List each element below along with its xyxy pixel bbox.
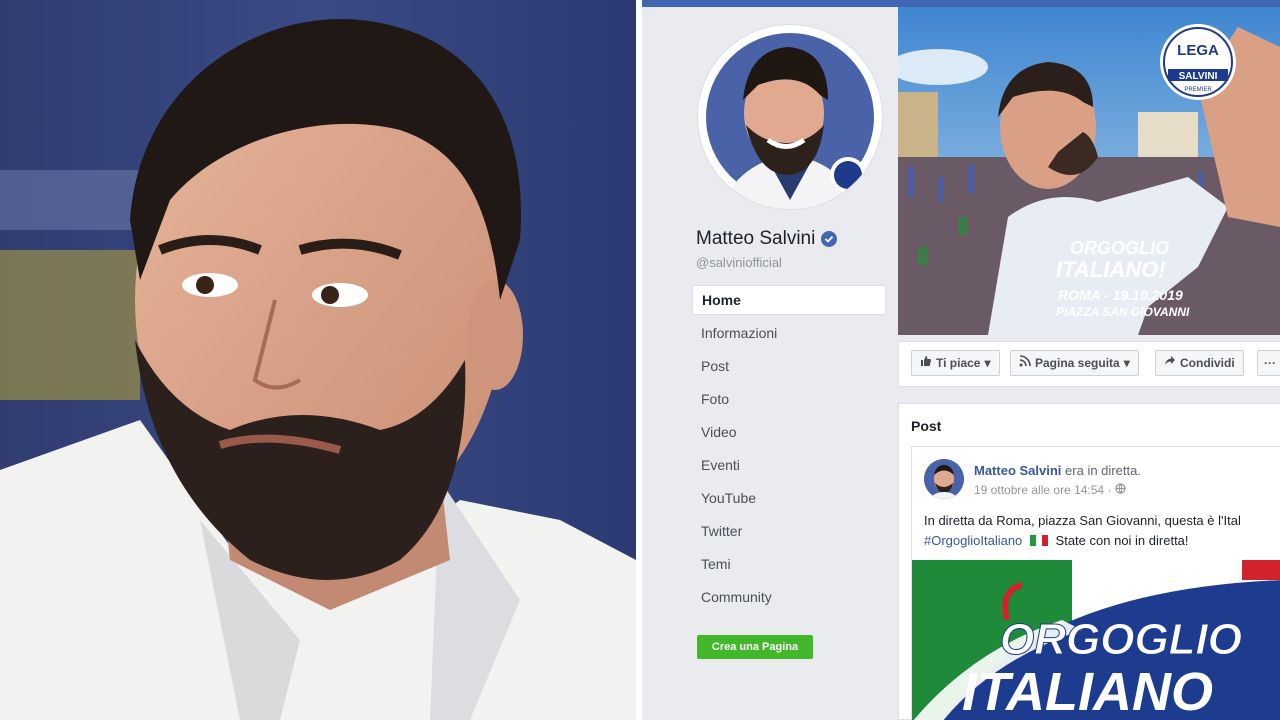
cover-slogan-line1: ORGOGLIO <box>1070 238 1169 258</box>
share-button-label: Condividi <box>1180 356 1235 370</box>
post-text-line1: In diretta da Roma, piazza San Giovanni,… <box>924 513 1241 528</box>
like-button[interactable]: Ti piace ▾ <box>911 350 1000 376</box>
more-options-button[interactable]: ··· <box>1257 350 1280 376</box>
caret-down-icon: ▾ <box>1123 356 1130 370</box>
cover-slogan-line2: ITALIANO! <box>1056 257 1166 282</box>
posts-section: Post Matteo Salvini era in diretta. 19 o… <box>898 403 1280 720</box>
facebook-top-bar <box>642 0 1280 7</box>
share-arrow-icon <box>1164 351 1176 375</box>
nav-item-foto[interactable]: Foto <box>692 384 886 417</box>
post-author-line: Matteo Salvini era in diretta. <box>974 463 1141 478</box>
cover-logo-salvini: SALVINI <box>1179 71 1218 82</box>
follow-button-label: Pagina seguita <box>1035 356 1120 370</box>
page-action-bar: Ti piace ▾ Pagina seguita ▾ Condividi ··… <box>898 341 1280 387</box>
nav-item-eventi[interactable]: Eventi <box>692 450 886 483</box>
nav-item-community[interactable]: Community <box>692 582 886 615</box>
page-name[interactable]: Matteo Salvini <box>696 228 838 250</box>
cover-logo-premier: PREMIER <box>1184 87 1212 93</box>
cover-slogan-place: PIAZZA SAN GIOVANNI <box>1056 305 1190 319</box>
caret-down-icon: ▾ <box>984 356 991 370</box>
page-name-text: Matteo Salvini <box>696 228 816 249</box>
nav-item-video[interactable]: Video <box>692 417 886 450</box>
cover-logo-lega: LEGA <box>1177 42 1219 59</box>
create-page-button[interactable]: Crea una Pagina <box>697 635 813 659</box>
cover-photo[interactable]: LEGA SALVINI PREMIER ORGOGLIO ITALIANO! … <box>898 7 1280 335</box>
post-hashtag[interactable]: #OrgoglioItaliano <box>924 533 1022 548</box>
page-nav: Home Informazioni Post Foto Video Eventi… <box>692 285 886 615</box>
italian-flag-icon <box>1029 534 1048 546</box>
thumbs-up-icon <box>920 351 932 375</box>
follow-button[interactable]: Pagina seguita ▾ <box>1010 350 1139 376</box>
portrait-photo <box>0 0 636 720</box>
post-image-line2: ITALIANO <box>962 662 1213 720</box>
cover-slogan-date: ROMA - 19.10.2019 <box>1058 287 1183 303</box>
post-card: Matteo Salvini era in diretta. 19 ottobr… <box>911 446 1280 720</box>
nav-item-temi[interactable]: Temi <box>692 549 886 582</box>
nav-item-informazioni[interactable]: Informazioni <box>692 318 886 351</box>
post-text-line2: #OrgoglioItaliano State con noi in diret… <box>924 533 1189 548</box>
nav-item-home[interactable]: Home <box>692 285 886 315</box>
page-sidebar: Matteo Salvini @salviniofficial Home Inf… <box>642 7 894 720</box>
like-button-label: Ti piace <box>936 356 981 370</box>
globe-icon <box>1115 483 1127 497</box>
post-text-rest: State con noi in diretta! <box>1055 533 1189 548</box>
profile-avatar[interactable] <box>698 25 882 209</box>
share-button[interactable]: Condividi <box>1155 350 1244 376</box>
post-author-avatar[interactable] <box>924 459 964 499</box>
post-timestamp[interactable]: 19 ottobre alle ore 14:54 · <box>974 483 1111 497</box>
portrait-illustration <box>0 0 636 720</box>
verified-badge-icon <box>821 231 838 247</box>
page-handle[interactable]: @salviniofficial <box>696 255 782 270</box>
facebook-page-screenshot: Matteo Salvini @salviniofficial Home Inf… <box>642 0 1280 720</box>
post-action-text: era in diretta. <box>1065 463 1141 478</box>
nav-item-post[interactable]: Post <box>692 351 886 384</box>
post-video-thumbnail[interactable]: ORGOGLIO ITALIANO <box>912 560 1280 720</box>
post-author-name[interactable]: Matteo Salvini <box>974 463 1061 478</box>
post-meta: 19 ottobre alle ore 14:54 · <box>974 483 1127 497</box>
cover-photo-image: LEGA SALVINI PREMIER ORGOGLIO ITALIANO! … <box>898 7 1280 335</box>
posts-header: Post <box>911 418 942 434</box>
post-image-line1: ORGOGLIO <box>1000 615 1242 664</box>
profile-avatar-image <box>706 33 874 209</box>
post-image-graphic: ORGOGLIO ITALIANO <box>912 560 1280 720</box>
rss-icon <box>1019 351 1031 375</box>
nav-item-twitter[interactable]: Twitter <box>692 516 886 549</box>
nav-item-youtube[interactable]: YouTube <box>692 483 886 516</box>
